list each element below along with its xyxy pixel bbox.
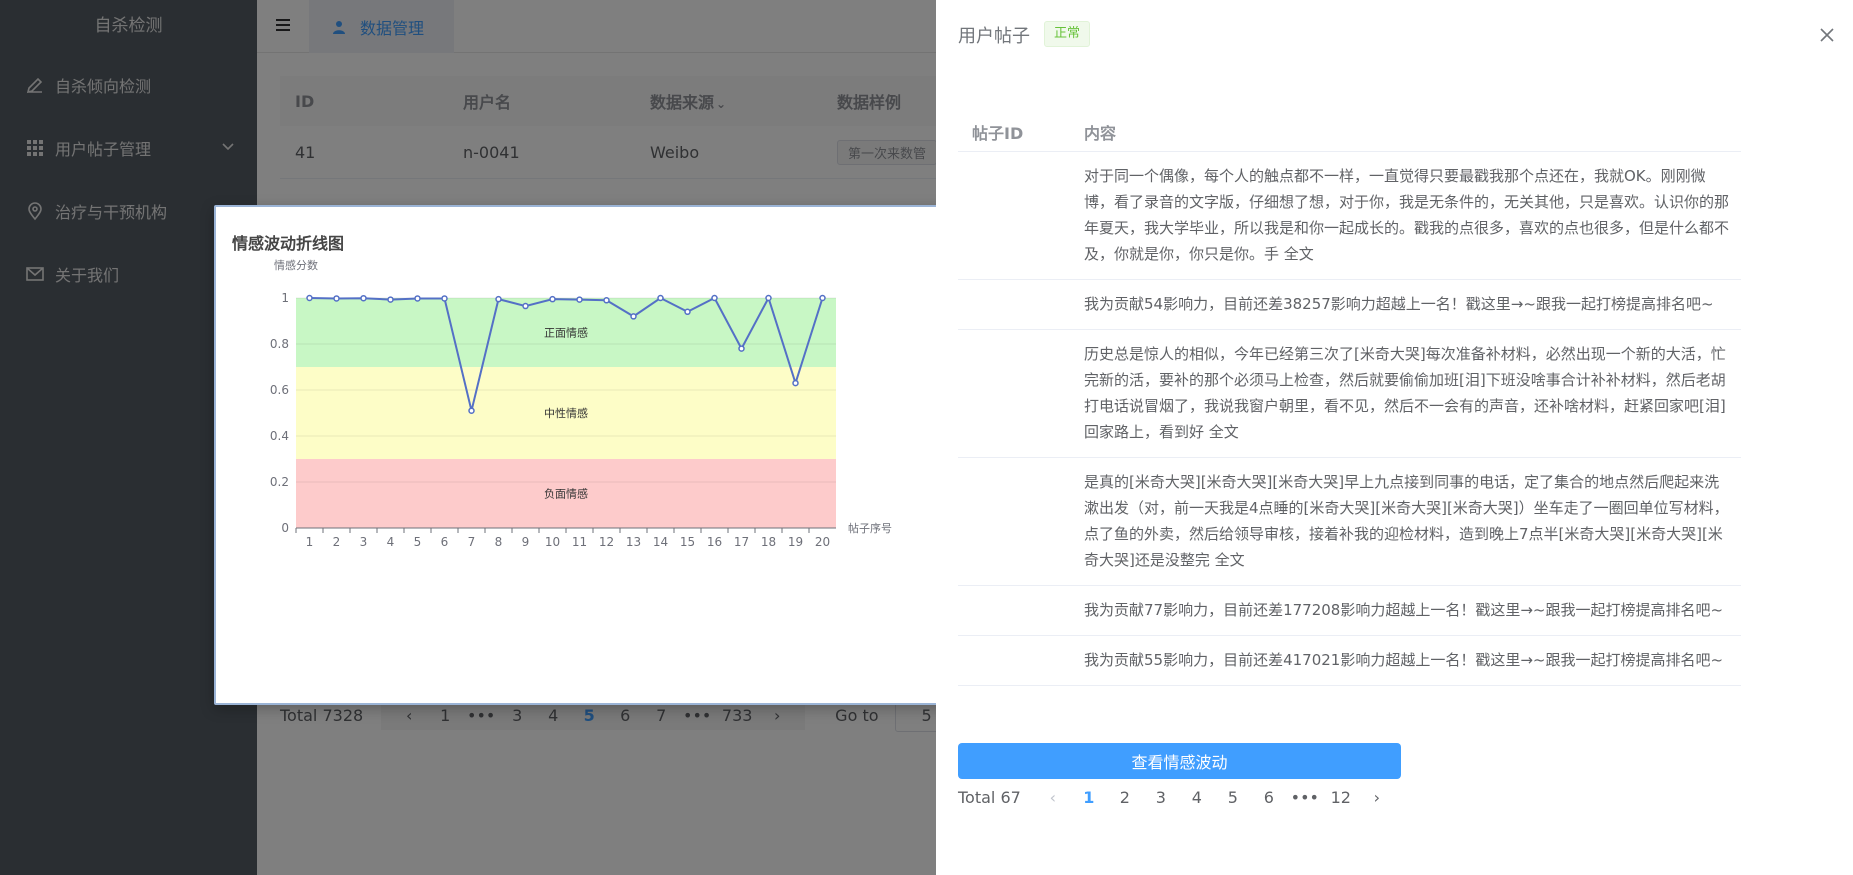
x-tick-label: 2 [333,535,341,549]
close-icon[interactable] [1819,27,1835,43]
pagination-page[interactable]: 12 [1323,788,1359,807]
x-tick-label: 15 [680,535,695,549]
pagination-ellipsis[interactable]: ••• [1287,788,1323,807]
data-point [387,296,394,303]
data-point [414,295,421,302]
pagination-page-active[interactable]: 1 [1071,788,1107,807]
pagination-page[interactable]: 3 [1143,788,1179,807]
data-point [819,294,826,302]
y-tick-label: 0.2 [270,475,289,489]
drawer-pagination: Total 67 ‹ 1 2 3 4 5 6 ••• 12 › [958,782,1395,812]
x-tick-label: 18 [761,535,776,549]
table-row: 对于同一个偶像，每个人的触点都不一样，一直觉得只要最戳我那个点还在，我就OK。刚… [958,152,1741,280]
x-tick-label: 12 [599,535,614,549]
x-tick-label: 8 [495,535,503,549]
x-tick-label: 16 [707,535,722,549]
pagination-page[interactable]: 5 [1215,788,1251,807]
x-tick-label: 20 [815,535,830,549]
chart-title: 情感波动折线图 [232,234,344,253]
x-tick-label: 5 [414,535,422,549]
x-tick-label: 10 [545,535,560,549]
x-axis-label: 帖子序号 [848,521,892,535]
data-point [549,295,556,303]
x-tick-label: 17 [734,535,749,549]
band-label: 负面情感 [544,487,588,501]
data-point [684,308,691,316]
table-row: 我为贡献55影响力，目前还差417021影响力超越上一名！戳这里→~跟我一起打榜… [958,636,1741,686]
data-point [603,297,610,304]
table-row: 我为贡献77影响力，目前还差177208影响力超越上一名！戳这里→~跟我一起打榜… [958,586,1741,636]
data-point [306,294,313,302]
data-point [495,295,502,303]
data-point [468,407,475,414]
x-tick-label: 19 [788,535,803,549]
data-point [630,313,637,320]
x-tick-label: 9 [522,535,530,549]
x-tick-label: 13 [626,535,641,549]
table-row: 我为贡献54影响力，目前还差38257影响力超越上一名！戳这里→~跟我一起打榜提… [958,280,1741,330]
cell-content: 我为贡献55影响力，目前还差417021影响力超越上一名！戳这里→~跟我一起打榜… [1084,651,1724,669]
band-label: 正面情感 [544,327,588,340]
pagination-page[interactable]: 6 [1251,788,1287,807]
pagination-page[interactable]: 4 [1179,788,1215,807]
status-badge: 正常 [1044,21,1091,47]
x-tick-label: 14 [653,535,668,549]
y-tick-label: 1 [281,291,289,305]
x-tick-label: 6 [441,535,449,549]
column-header-post-id: 帖子ID [972,124,1024,143]
pagination-total: Total 67 [958,787,1021,807]
sentiment-line-chart: 情感波动折线图情感分数正面情感中性情感负面情感00.20.40.60.811 2 3… [232,234,892,549]
drawer-title: 用户帖子 [958,26,1030,47]
pagination-page[interactable]: 2 [1107,788,1143,807]
x-tick-label: 3 [360,535,368,549]
data-point [765,294,772,302]
view-sentiment-button[interactable]: 查看情感波动 [958,743,1401,779]
cell-content: 是真的[米奇大哭][米奇大哭][米奇大哭]早上九点接到同事的电话，定了集合的地点… [1084,473,1729,569]
y-tick-label: 0.4 [270,429,289,443]
data-point [738,345,745,352]
data-point [711,294,718,302]
sentiment-chart-dialog: 情感波动折线图 情感分数 正面情感 中性情感 负面情感 0 0.2 0.4 0.6 0.8 1 1 2 3… [214,205,1040,705]
data-point [576,296,583,303]
band-label: 中性情感 [544,406,588,420]
y-tick-label: 0 [281,521,289,535]
cell-content: 对于同一个偶像，每个人的触点都不一样，一直觉得只要最戳我那个点还在，我就OK。刚… [1084,167,1730,263]
x-tick-label: 7 [468,535,476,549]
cell-content: 我为贡献54影响力，目前还差38257影响力超越上一名！戳这里→~跟我一起打榜提… [1084,295,1714,313]
pagination-next-icon[interactable]: › [1359,788,1395,807]
table-row: 历史总是惊人的相似，今年已经第三次了[米奇大哭]每次准备补材料，必然出现一个新的… [958,330,1741,458]
posts-table: 帖子ID 内容 对于同一个偶像，每个人的触点都不一样，一直觉得只要最戳我那个点还… [958,110,1741,686]
user-posts-drawer: 用户帖子 正常 帖子ID 内容 对于同一个偶像，每个人的触点都不一样，一直觉得只… [936,0,1853,875]
data-point [657,294,664,302]
y-tick-label: 0.6 [270,383,289,397]
posts-table-header: 帖子ID 内容 [958,110,1741,152]
cell-content: 我为贡献77影响力，目前还差177208影响力超越上一名！戳这里→~跟我一起打榜… [1084,601,1724,619]
table-row: 是真的[米奇大哭][米奇大哭][米奇大哭]早上九点接到同事的电话，定了集合的地点… [958,458,1741,586]
data-point [792,379,799,387]
x-tick-label: 4 [387,535,395,549]
cell-content: 历史总是惊人的相似，今年已经第三次了[米奇大哭]每次准备补材料，必然出现一个新的… [1084,345,1726,441]
data-point [333,295,340,302]
data-point [522,302,529,310]
data-point [441,295,448,302]
pagination-prev-icon[interactable]: ‹ [1035,788,1071,807]
data-point [360,294,367,302]
y-axis-label: 情感分数 [274,259,318,272]
y-tick-label: 0.8 [270,337,289,351]
column-header-content: 内容 [1084,124,1117,143]
x-tick-label: 11 [572,535,587,549]
x-tick-label: 1 [306,535,314,549]
